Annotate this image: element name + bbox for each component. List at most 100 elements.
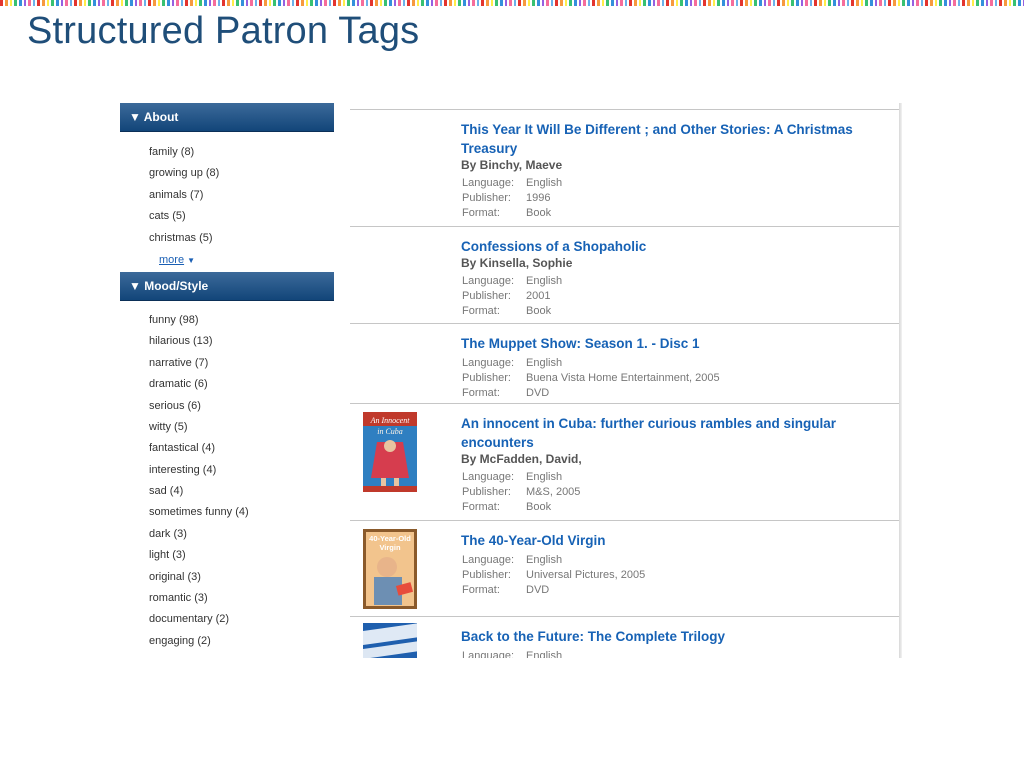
tag-link[interactable]: serious (6) [149,396,334,417]
result-title-link[interactable]: Back to the Future: The Complete Trilogy [461,627,861,646]
svg-text:40-Year-Old: 40-Year-Old [369,534,411,543]
metadata-label: Publisher: [462,569,511,581]
tag-link[interactable]: animals (7) [149,185,334,206]
metadata-label: Publisher: [462,372,511,384]
mood-tag-list: funny (98) hilarious (13) narrative (7) dra… [120,301,334,652]
metadata-label: Language: [462,357,514,369]
tag-link[interactable]: hilarious (13) [149,331,334,352]
tag-link[interactable]: cats (5) [149,206,334,227]
result-details: Back to the Future: The Complete Trilogy… [461,617,861,658]
result-author: By Kinsella, Sophie [461,256,573,270]
result-metadata: Language: English Publisher: 2001 Format: Boo… [461,274,861,319]
tag-link[interactable]: romantic (3) [149,588,334,609]
tag-link[interactable]: original (3) [149,567,334,588]
metadata-row-format: Format: Book [461,304,861,319]
tag-link[interactable]: sometimes funny (4) [149,502,334,523]
metadata-value: Book [526,305,552,317]
metadata-label: Language: [462,554,514,566]
result-details: This Year It Will Be Different ; and Oth… [461,110,861,221]
metadata-value: English [526,357,563,369]
metadata-label: Publisher: [462,192,511,204]
metadata-label: Language: [462,650,514,658]
tag-link[interactable]: witty (5) [149,417,334,438]
metadata-row-publisher: Publisher: Buena Vista Home Entertainment… [461,371,861,386]
result-item: The Muppet Show: Season 1. - Disc 1 Langu… [350,324,900,404]
metadata-row-publisher: Publisher: 2001 [461,289,861,304]
result-details: Confessions of a Shopaholic By Kinsella, … [461,227,861,319]
metadata-row-language: Language: English [461,176,861,191]
catalog-screenshot: ▼ About family (8) growing up (8) animal… [120,103,904,658]
facet-header-mood-style[interactable]: ▼ Mood/Style [120,271,334,301]
result-metadata: Language: English [461,649,861,658]
tag-link[interactable]: fantastical (4) [149,438,334,459]
result-item: Back to the Future: The Complete Trilogy… [350,617,900,658]
result-title-link[interactable]: This Year It Will Be Different ; and Oth… [461,120,861,158]
metadata-label: Format: [462,305,500,317]
metadata-value: DVD [526,584,550,596]
tag-link[interactable]: family (8) [149,142,334,163]
tag-link[interactable]: funny (98) [149,310,334,331]
dvd-cover-40-year-old-virgin-thumbnail[interactable]: 40-Year-Old Virgin [363,529,417,609]
more-tags-label: more [159,253,185,266]
result-title-link[interactable]: The 40-Year-Old Virgin [461,531,861,550]
metadata-row-format: Format: DVD [461,386,861,401]
result-item: This Year It Will Be Different ; and Oth… [350,110,900,227]
tag-link[interactable]: narrative (7) [149,353,334,374]
result-metadata: Language: English Publisher: M&S, 2005 Forma… [461,470,861,515]
result-title-link[interactable]: An innocent in Cuba: further curious ram… [461,414,861,452]
tag-link[interactable]: interesting (4) [149,460,334,481]
scrollbar-edge[interactable] [899,103,902,658]
more-tags-link[interactable]: more ▼ [159,249,334,271]
metadata-label: Publisher: [462,486,511,498]
result-metadata: Language: English Publisher: 1996 Format: Boo… [461,176,861,221]
tag-link[interactable]: documentary (2) [149,609,334,630]
dvd-cover-back-to-the-future-thumbnail[interactable] [363,623,417,658]
svg-text:in Cuba: in Cuba [377,427,403,436]
result-details: The Muppet Show: Season 1. - Disc 1 Langu… [461,324,861,401]
tag-link[interactable]: sad (4) [149,481,334,502]
metadata-label: Language: [462,471,514,483]
tag-link[interactable]: christmas (5) [149,228,334,249]
metadata-value: M&S, 2005 [526,486,581,498]
result-item: An Innocent in Cuba An innocent in Cuba: f… [350,404,900,521]
metadata-value: 2001 [526,290,551,302]
metadata-value: Book [526,207,552,219]
chevron-down-icon: ▼ [187,255,195,265]
svg-text:Virgin: Virgin [379,543,401,552]
metadata-value: Universal Pictures, 2005 [526,569,646,581]
metadata-value: DVD [526,387,550,399]
search-results-list: This Year It Will Be Different ; and Oth… [350,109,900,658]
svg-text:An Innocent: An Innocent [370,416,411,425]
result-title-link[interactable]: Confessions of a Shopaholic [461,237,861,256]
metadata-label: Language: [462,275,514,287]
metadata-label: Language: [462,177,514,189]
book-cover-cuba-thumbnail[interactable]: An Innocent in Cuba [363,412,417,492]
result-details: The 40-Year-Old Virgin Language: English Pu… [461,521,861,598]
metadata-row-language: Language: English [461,356,861,371]
tag-link[interactable]: engaging (2) [149,631,334,652]
metadata-value: English [526,177,563,189]
metadata-value: English [526,275,563,287]
metadata-row-publisher: Publisher: M&S, 2005 [461,485,861,500]
tag-link[interactable]: dark (3) [149,524,334,545]
metadata-row-publisher: Publisher: Universal Pictures, 2005 [461,568,861,583]
tag-link[interactable]: dramatic (6) [149,374,334,395]
metadata-value: Book [526,501,552,513]
result-title-link[interactable]: The Muppet Show: Season 1. - Disc 1 [461,334,861,353]
metadata-value: Buena Vista Home Entertainment, 2005 [526,372,720,384]
metadata-row-format: Format: Book [461,206,861,221]
facet-header-about[interactable]: ▼ About [120,103,334,132]
metadata-row-publisher: Publisher: 1996 [461,191,861,206]
result-item: Confessions of a Shopaholic By Kinsella, … [350,227,900,324]
metadata-row-format: Format: DVD [461,583,861,598]
tag-link[interactable]: growing up (8) [149,163,334,184]
tag-link[interactable]: light (3) [149,545,334,566]
metadata-value: English [526,650,563,658]
metadata-row-format: Format: Book [461,500,861,515]
metadata-value: English [526,554,563,566]
metadata-row-language: Language: English [461,470,861,485]
metadata-row-language: Language: English [461,274,861,289]
result-metadata: Language: English Publisher: Universal Pict… [461,553,861,598]
result-author: By McFadden, David, [461,452,582,466]
tag-facet-sidebar: ▼ About family (8) growing up (8) animal… [120,103,334,658]
